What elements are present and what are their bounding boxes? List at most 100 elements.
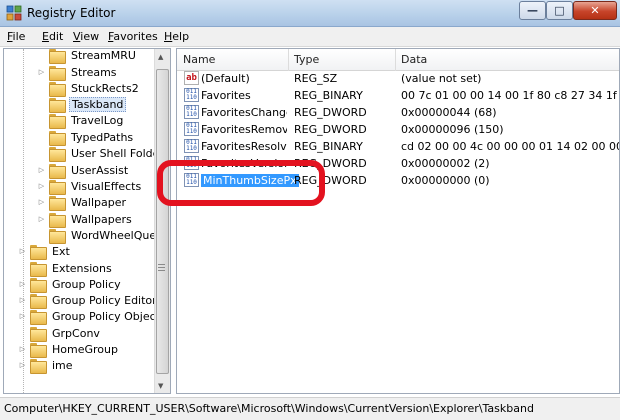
folder-icon [49, 228, 66, 244]
menu-view[interactable]: View [73, 30, 99, 43]
value-row-favorites[interactable]: 011 110 Favorites REG_BINARY 00 7c 01 00 … [179, 87, 619, 104]
folder-icon [30, 261, 47, 277]
tree-item-label: Ext [52, 244, 70, 258]
menu-bar: File Edit View Favorites Help [0, 27, 620, 47]
folder-icon [30, 244, 47, 260]
binary-value-icon: 011 110 [184, 105, 199, 119]
tree-item-label: UserAssist [71, 163, 129, 177]
column-divider[interactable] [288, 49, 289, 71]
tree-item-label: Taskband [69, 96, 127, 112]
folder-icon [49, 146, 66, 162]
folder-icon [49, 179, 66, 195]
value-row-favoritesresolve[interactable]: 011 110 FavoritesResolve REG_BINARY cd 02… [179, 138, 619, 155]
menu-edit[interactable]: Edit [42, 30, 63, 43]
tree-item-group-policy[interactable]: ▷ Group Policy [18, 276, 123, 293]
tree-expander[interactable]: ▷ [18, 280, 27, 288]
tree-item-group-policy-editor[interactable]: ▷ Group Policy Editor [18, 292, 159, 309]
folder-icon [49, 195, 66, 211]
registry-key-tree[interactable]: StreamMRU ▷ Streams StuckRects2 Taskband… [3, 48, 171, 394]
tree-expander[interactable]: ▷ [37, 166, 46, 174]
folder-icon [30, 277, 47, 293]
binary-value-icon: 011 110 [184, 139, 199, 153]
tree-item-group-policy-objects[interactable]: ▷ Group Policy Objects [18, 308, 168, 325]
binary-value-icon: 011 110 [184, 88, 199, 102]
folder-icon [49, 97, 66, 113]
tree-item-stuckrects2[interactable]: StuckRects2 [37, 80, 141, 97]
tree-item-taskband[interactable]: Taskband [37, 96, 127, 113]
value-data: cd 02 00 00 4c 00 00 00 01 14 02 00 00 0… [401, 140, 619, 153]
value-type: REG_SZ [294, 72, 338, 85]
tree-item-label: Group Policy Editor [52, 293, 157, 307]
folder-icon [30, 326, 47, 342]
tree-vertical-scrollbar[interactable]: ▲ ▼ [154, 49, 170, 393]
folder-icon [49, 130, 66, 146]
column-header-type[interactable]: Type [294, 53, 319, 66]
tree-item-travellog[interactable]: TravelLog [37, 112, 125, 129]
tree-item-label: StuckRects2 [71, 81, 139, 95]
column-header-data[interactable]: Data [401, 53, 427, 66]
tree-item-wallpaper[interactable]: ▷ Wallpaper [37, 194, 128, 211]
value-name: FavoritesChanges [201, 106, 287, 119]
tree-item-homegroup[interactable]: ▷ HomeGroup [18, 341, 120, 358]
folder-icon [49, 81, 66, 97]
tree-item-wordwheelquery[interactable]: WordWheelQuery [37, 227, 169, 244]
tree-item-streams[interactable]: ▷ Streams [37, 64, 119, 81]
tree-expander[interactable]: ▷ [37, 68, 46, 76]
value-data: 0x00000000 (0) [401, 174, 490, 187]
folder-icon [49, 113, 66, 129]
value-row-default[interactable]: ab (Default) REG_SZ (value not set) [179, 70, 619, 87]
folder-icon [49, 65, 66, 81]
column-header-name[interactable]: Name [183, 53, 215, 66]
status-bar: Computer\HKEY_CURRENT_USER\Software\Micr… [0, 397, 620, 420]
value-data: 0x00000002 (2) [401, 157, 490, 170]
value-type: REG_BINARY [294, 140, 363, 153]
maximize-button[interactable]: □ [546, 1, 573, 20]
tree-expander[interactable]: ▷ [18, 361, 27, 369]
value-name: FavoritesResolve [201, 140, 287, 153]
folder-icon [30, 342, 47, 358]
tree-item-label: GrpConv [52, 326, 100, 340]
tree-item-user-shell-folders[interactable]: User Shell Folders [37, 145, 170, 162]
window-title: Registry Editor [27, 6, 116, 20]
tree-expander[interactable]: ▷ [18, 345, 27, 353]
folder-icon [30, 358, 47, 374]
tree-item-label: StreamMRU [71, 48, 136, 62]
tree-item-extensions[interactable]: Extensions [18, 260, 114, 277]
tree-expander[interactable]: ▷ [18, 247, 27, 255]
value-type: REG_DWORD [294, 106, 367, 119]
tree-expander[interactable]: ▷ [37, 198, 46, 206]
tree-item-label: HomeGroup [52, 342, 118, 356]
tree-item-label: ime [52, 358, 73, 372]
tree-expander[interactable]: ▷ [37, 182, 46, 190]
minimize-button[interactable]: — [519, 1, 546, 20]
tree-item-label: Group Policy [52, 277, 121, 291]
registry-values-list[interactable]: Name Type Data ab (Default) REG_SZ (valu… [176, 48, 620, 394]
tree-item-userassist[interactable]: ▷ UserAssist [37, 162, 130, 179]
tree-expander[interactable]: ▷ [18, 312, 27, 320]
value-name: (Default) [201, 72, 250, 85]
scroll-down-arrow-icon[interactable]: ▼ [158, 382, 163, 390]
tree-item-typedpaths[interactable]: TypedPaths [37, 129, 135, 146]
tree-expander[interactable]: ▷ [37, 215, 46, 223]
menu-favorites[interactable]: Favorites [108, 30, 158, 43]
tree-item-label: Group Policy Objects [52, 309, 166, 323]
tree-item-visualeffects[interactable]: ▷ VisualEffects [37, 178, 143, 195]
title-bar: Registry Editor — □ ✕ [0, 0, 620, 27]
tree-item-grpconv[interactable]: GrpConv [18, 325, 102, 342]
tree-item-wallpapers[interactable]: ▷ Wallpapers [37, 211, 134, 228]
tree-item-streammru[interactable]: StreamMRU [37, 48, 138, 64]
tree-item-ime[interactable]: ▷ ime [18, 357, 75, 374]
tree-item-label: Wallpapers [71, 212, 132, 226]
value-type: REG_DWORD [294, 123, 367, 136]
tree-expander[interactable]: ▷ [18, 296, 27, 304]
scrollbar-thumb[interactable] [156, 69, 169, 374]
column-divider[interactable] [395, 49, 396, 71]
scroll-up-arrow-icon[interactable]: ▲ [158, 53, 163, 61]
tree-item-ext[interactable]: ▷ Ext [18, 243, 72, 260]
value-row-favoriteschanges[interactable]: 011110 FavoritesChanges REG_DWORD 0x0000… [179, 104, 619, 121]
value-row-favoritesremoved[interactable]: 011110 FavoritesRemov… REG_DWORD 0x00000… [179, 121, 619, 138]
close-button[interactable]: ✕ [573, 1, 617, 20]
registry-path: Computer\HKEY_CURRENT_USER\Software\Micr… [4, 402, 534, 415]
menu-help[interactable]: Help [164, 30, 189, 43]
menu-file[interactable]: File [7, 30, 25, 43]
